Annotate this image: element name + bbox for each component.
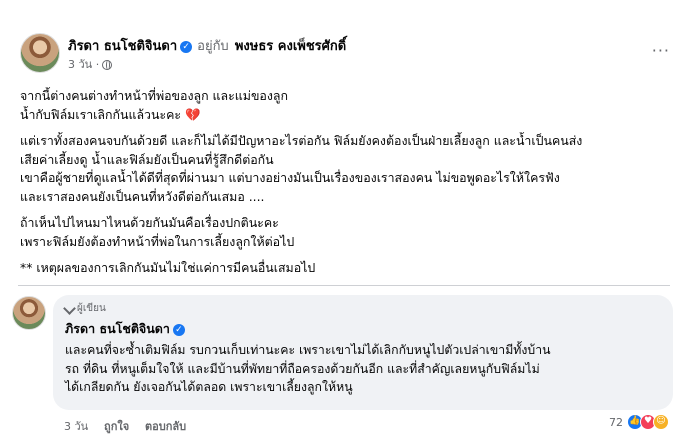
more-options-button[interactable]: ··· — [652, 41, 670, 60]
post-paragraph-4: ** เหตุผลของการเลิกกันมันไม่ใช่แค่การมีค… — [20, 260, 316, 275]
reaction-count: 72 — [609, 415, 623, 429]
post-meta: 3 วัน · — [68, 55, 113, 73]
post-header: ภิรดา ธนโชติจินดา ✓ อยู่กับ พงษธร คงเพ็ชรศ… — [20, 33, 680, 83]
comment-reactions[interactable]: 72 👍 ♥ ☺ — [609, 414, 669, 430]
divider — [18, 285, 670, 286]
broken-heart-icon: 💔 — [185, 106, 201, 122]
author-avatar[interactable] — [20, 33, 60, 73]
like-button[interactable]: ถูกใจ — [104, 420, 129, 433]
with-label: อยู่กับ — [197, 39, 229, 54]
post-time[interactable]: 3 วัน · — [68, 58, 99, 71]
post-body: จากนี้ต่างคนต่างทำหน้าที่พ่อของลูก และแม… — [20, 87, 680, 286]
author-name[interactable]: ภิรดา ธนโชติจินดา — [68, 39, 177, 54]
author-badge-label: ผู้เขียน — [77, 303, 106, 314]
comment-bubble: ผู้เขียน ภิรดา ธนโชติจินดา ✓ และคนที่จะซ้… — [53, 295, 673, 410]
author-line: ภิรดา ธนโชติจินดา ✓ อยู่กับ พงษธร คงเพ็ชรศ… — [68, 35, 346, 56]
verified-badge-icon: ✓ — [180, 40, 193, 53]
verified-badge-icon: ✓ — [172, 323, 185, 336]
post-paragraph-1: จากนี้ต่างคนต่างทำหน้าที่พ่อของลูก และแม… — [20, 88, 288, 122]
comment-time[interactable]: 3 วัน — [64, 420, 88, 433]
care-reaction-icon: ☺ — [653, 414, 669, 430]
globe-icon — [102, 60, 113, 70]
comment-text: และคนที่จะซ้ำเติมฟิล์ม รบกวนเก็บเท่านะคะ… — [65, 343, 551, 394]
author-badge: ผู้เขียน — [63, 301, 661, 316]
post-paragraph-2: แต่เราทั้งสองคนจบกันด้วยดี และก็ไม่ได้มี… — [20, 133, 583, 204]
post-paragraph-3: ถ้าเห็นไปไหนมาไหนด้วยกันมันคือเรื่องปกติ… — [20, 215, 295, 249]
comment-author-avatar[interactable] — [12, 296, 46, 330]
comment-author-name[interactable]: ภิรดา ธนโชติจินดา ✓ — [65, 319, 661, 339]
pen-icon — [63, 302, 76, 315]
comment-actions: 3 วัน ถูกใจ ตอบกลับ — [64, 417, 198, 435]
reply-button[interactable]: ตอบกลับ — [145, 420, 186, 433]
tagged-person[interactable]: พงษธร คงเพ็ชรศักดิ์ — [235, 39, 346, 54]
